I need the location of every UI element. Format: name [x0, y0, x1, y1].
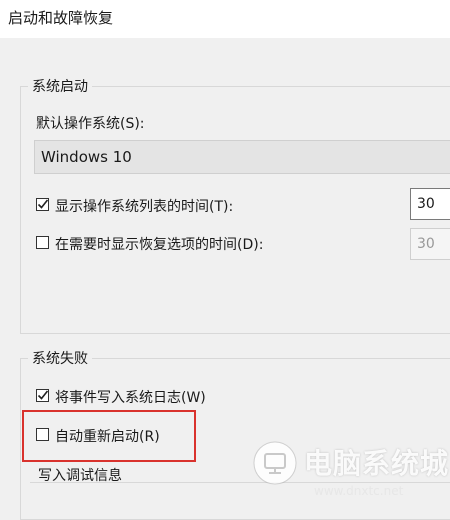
checkmark-icon — [37, 390, 49, 400]
write-event-log-label: 将事件写入系统日志(W) — [55, 390, 206, 406]
show-recovery-checkbox[interactable] — [36, 236, 49, 249]
show-recovery-seconds-input[interactable]: 30 — [410, 228, 450, 260]
title-bar: 启动和故障恢复 — [0, 0, 450, 38]
show-os-list-seconds-value: 30 — [417, 196, 435, 212]
default-os-label: 默认操作系统(S): — [36, 116, 145, 132]
show-os-list-label: 显示操作系统列表的时间(T): — [55, 199, 234, 215]
system-failure-legend: 系统失败 — [28, 348, 92, 368]
default-os-select[interactable]: Windows 10 — [34, 140, 450, 174]
window-title: 启动和故障恢复 — [8, 9, 114, 27]
show-os-list-checkbox[interactable] — [36, 198, 49, 211]
show-recovery-seconds-value: 30 — [417, 236, 435, 252]
system-startup-legend: 系统启动 — [28, 76, 92, 96]
watermark-url: www.dnxtc.net — [314, 484, 404, 498]
watermark-text: 电脑系统城 — [304, 447, 450, 480]
checkmark-icon — [37, 199, 49, 209]
show-recovery-label: 在需要时显示恢复选项的时间(D): — [55, 237, 264, 253]
show-os-list-seconds-input[interactable]: 30 — [410, 188, 450, 220]
write-event-log-checkbox[interactable] — [36, 389, 49, 402]
watermark-logo-icon — [253, 441, 297, 485]
watermark: 电脑系统城 www.dnxtc.net — [250, 432, 450, 502]
highlight-box — [22, 410, 196, 462]
default-os-value: Windows 10 — [41, 148, 132, 166]
